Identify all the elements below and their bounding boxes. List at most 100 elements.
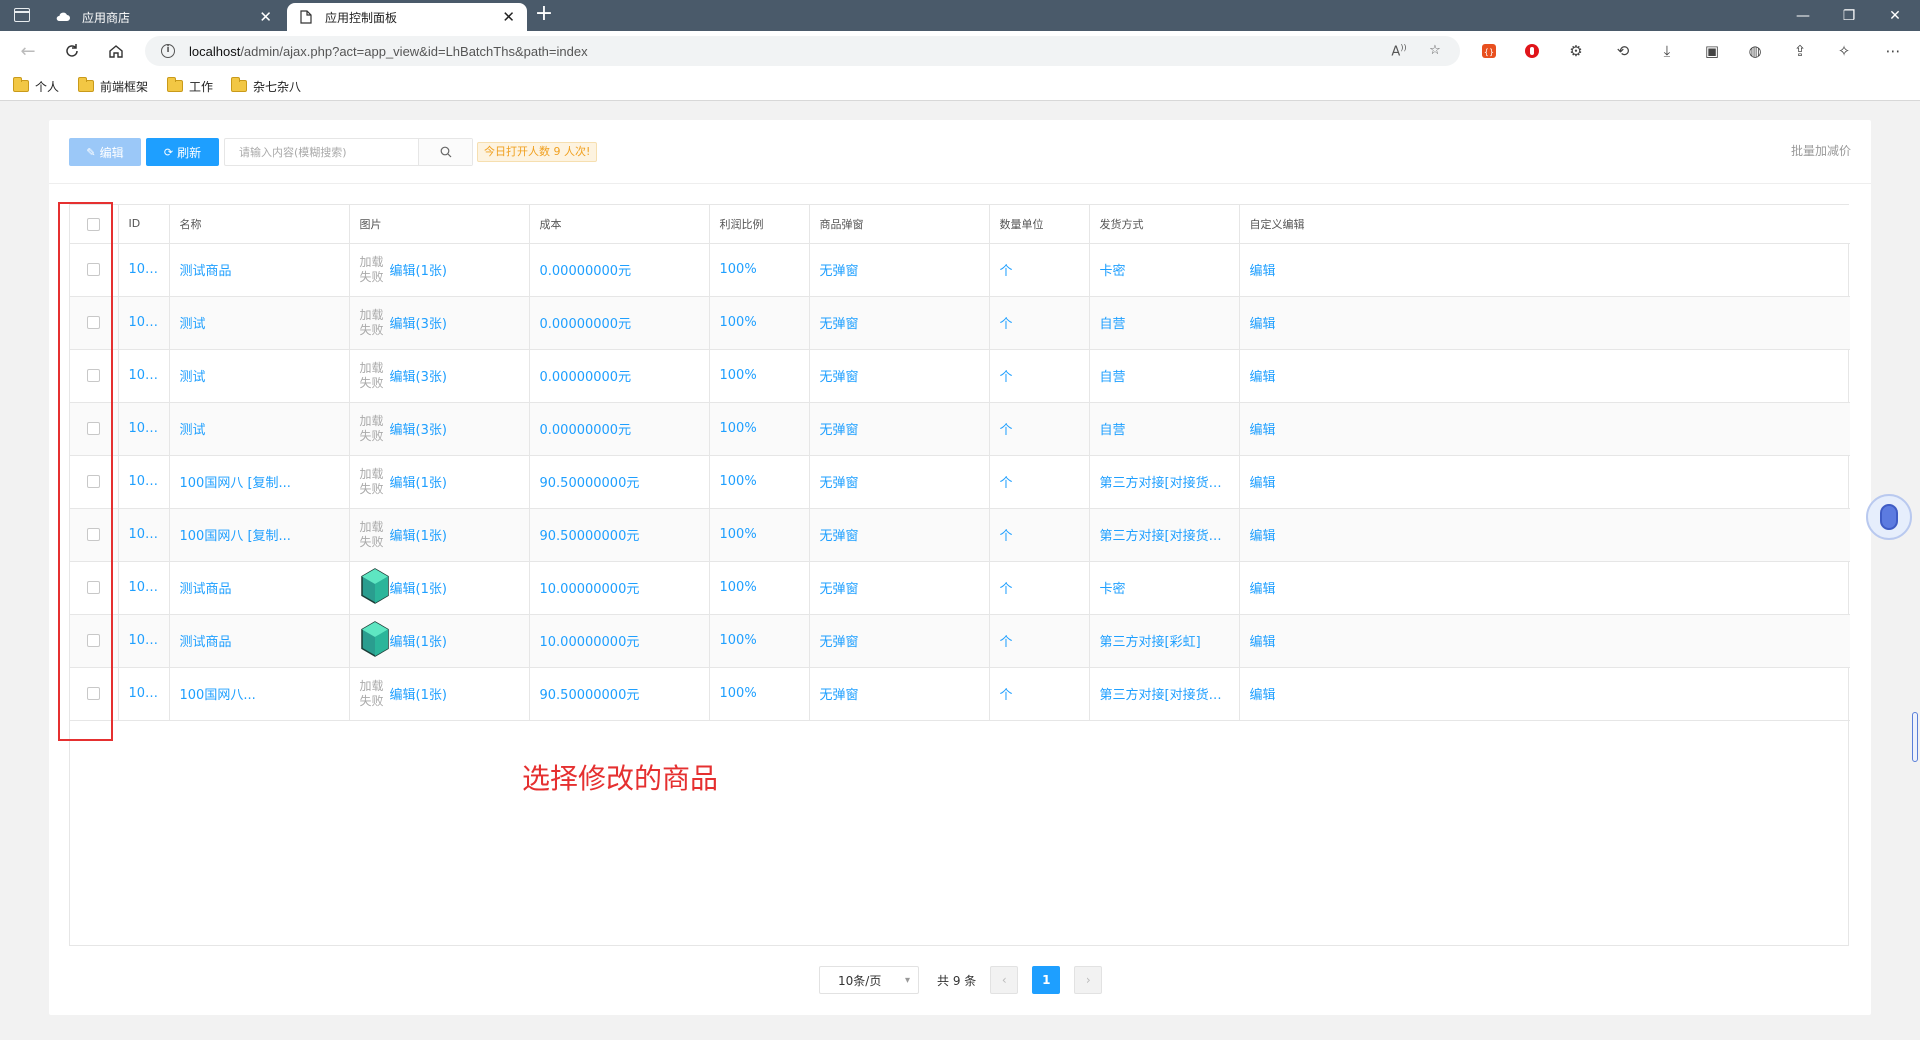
cell-name[interactable]: 测试	[169, 349, 350, 403]
cell-custom-edit[interactable]: 编辑	[1239, 508, 1850, 562]
cell-profit[interactable]: 100%	[709, 667, 810, 721]
cell-delivery[interactable]: 卡密	[1089, 561, 1240, 615]
cell-popup[interactable]: 无弹窗	[809, 349, 990, 403]
cell-name[interactable]: 测试商品	[169, 614, 350, 668]
more-menu-icon[interactable]: ⋯	[1884, 42, 1902, 60]
cell-cost[interactable]: 10.00000000元	[529, 561, 710, 615]
cell-name[interactable]: 100国网八 [复制...	[169, 508, 350, 562]
image-edit-link[interactable]: 编辑(1张)	[390, 525, 447, 544]
cell-unit[interactable]: 个	[989, 614, 1090, 668]
tab-app-control-panel[interactable]: 应用控制面板 ✕	[287, 3, 527, 31]
cell-name[interactable]: 测试	[169, 296, 350, 350]
column-header[interactable]: 利润比例	[709, 205, 810, 244]
cell-cost[interactable]: 90.50000000元	[529, 508, 710, 562]
cell-custom-edit[interactable]: 编辑	[1239, 614, 1850, 668]
cell-cost[interactable]: 0.00000000元	[529, 402, 710, 456]
cell-cost[interactable]: 0.00000000元	[529, 243, 710, 297]
bookmark-folder[interactable]: 工作	[167, 77, 213, 95]
image-edit-link[interactable]: 编辑(1张)	[390, 260, 447, 279]
history-icon[interactable]: ⟲	[1614, 42, 1632, 60]
cell-delivery[interactable]: 第三方对接[彩虹]	[1089, 614, 1240, 668]
floating-assistant-button[interactable]	[1866, 494, 1912, 540]
image-edit-link[interactable]: 编辑(1张)	[390, 684, 447, 703]
cell-popup[interactable]: 无弹窗	[809, 508, 990, 562]
screenshot-icon[interactable]: ▣	[1703, 42, 1721, 60]
reload-icon[interactable]	[60, 39, 84, 63]
cell-unit[interactable]: 个	[989, 349, 1090, 403]
image-edit-link[interactable]: 编辑(1张)	[390, 631, 447, 650]
search-button[interactable]	[418, 139, 472, 165]
cell-profit[interactable]: 100%	[709, 561, 810, 615]
cell-custom-edit[interactable]: 编辑	[1239, 349, 1850, 403]
new-tab-button[interactable]: +	[533, 3, 555, 26]
image-edit-link[interactable]: 编辑(3张)	[390, 313, 447, 332]
column-header[interactable]: 成本	[529, 205, 710, 244]
bulk-price-adjust-link[interactable]: 批量加减价	[1791, 142, 1851, 159]
column-header[interactable]: 图片	[349, 205, 530, 244]
image-edit-link[interactable]: 编辑(1张)	[390, 578, 447, 597]
share-icon[interactable]: ⇪	[1791, 42, 1809, 60]
cell-delivery[interactable]: 卡密	[1089, 243, 1240, 297]
cell-delivery[interactable]: 第三方对接[对接货源关	[1089, 508, 1240, 562]
performance-icon[interactable]: ◍	[1746, 42, 1764, 60]
cell-profit[interactable]: 100%	[709, 349, 810, 403]
site-info-icon[interactable]: i	[161, 44, 175, 58]
prev-page-button[interactable]: ‹	[990, 966, 1019, 994]
cell-popup[interactable]: 无弹窗	[809, 667, 990, 721]
cell-profit[interactable]: 100%	[709, 296, 810, 350]
cell-popup[interactable]: 无弹窗	[809, 455, 990, 509]
url-text[interactable]: localhost/admin/ajax.php?act=app_view&id…	[189, 44, 588, 59]
downloads-icon[interactable]: ⤓	[1658, 42, 1676, 60]
refresh-button[interactable]: ⟳ 刷新	[146, 138, 219, 166]
cell-name[interactable]: 测试商品	[169, 243, 350, 297]
cell-delivery[interactable]: 自营	[1089, 296, 1240, 350]
cell-id[interactable]: 1012	[118, 508, 170, 562]
cell-delivery[interactable]: 第三方对接[对接货源关	[1089, 667, 1240, 721]
tab-close-icon[interactable]: ✕	[502, 9, 515, 25]
cell-id[interactable]: 1013	[118, 455, 170, 509]
cell-profit[interactable]: 100%	[709, 614, 810, 668]
cell-profit[interactable]: 100%	[709, 402, 810, 456]
tab-app-store[interactable]: 应用商店 ✕	[44, 3, 284, 31]
cell-unit[interactable]: 个	[989, 243, 1090, 297]
column-header[interactable]: ID	[118, 205, 170, 244]
cell-unit[interactable]: 个	[989, 455, 1090, 509]
cell-delivery[interactable]: 自营	[1089, 349, 1240, 403]
cell-delivery[interactable]: 第三方对接[对接货源关	[1089, 455, 1240, 509]
edit-button[interactable]: ✎ 编辑	[69, 138, 141, 166]
cell-profit[interactable]: 100%	[709, 508, 810, 562]
cell-cost[interactable]: 90.50000000元	[529, 455, 710, 509]
cell-popup[interactable]: 无弹窗	[809, 402, 990, 456]
image-edit-link[interactable]: 编辑(3张)	[390, 419, 447, 438]
cell-unit[interactable]: 个	[989, 667, 1090, 721]
extension-adblock-icon[interactable]	[1523, 42, 1541, 60]
column-header[interactable]: 商品弹窗	[809, 205, 990, 244]
cell-custom-edit[interactable]: 编辑	[1239, 243, 1850, 297]
cell-popup[interactable]: 无弹窗	[809, 296, 990, 350]
read-aloud-icon[interactable]: A))	[1390, 43, 1408, 59]
cell-popup[interactable]: 无弹窗	[809, 561, 990, 615]
cell-unit[interactable]: 个	[989, 508, 1090, 562]
image-edit-link[interactable]: 编辑(1张)	[390, 472, 447, 491]
cell-cost[interactable]: 0.00000000元	[529, 296, 710, 350]
search-input[interactable]	[225, 139, 418, 165]
home-icon[interactable]	[104, 39, 128, 63]
cell-id[interactable]: 1017	[118, 243, 170, 297]
cell-unit[interactable]: 个	[989, 561, 1090, 615]
cell-delivery[interactable]: 自营	[1089, 402, 1240, 456]
cell-profit[interactable]: 100%	[709, 243, 810, 297]
cell-popup[interactable]: 无弹窗	[809, 614, 990, 668]
cell-name[interactable]: 100国网八 [复制...	[169, 455, 350, 509]
restore-button[interactable]: ❐	[1826, 0, 1872, 31]
current-page-button[interactable]: 1	[1032, 966, 1061, 994]
cell-cost[interactable]: 0.00000000元	[529, 349, 710, 403]
cell-cost[interactable]: 10.00000000元	[529, 614, 710, 668]
cell-name[interactable]: 100国网八...	[169, 667, 350, 721]
back-arrow-icon[interactable]: ←	[16, 39, 40, 63]
extensions-puzzle-icon[interactable]: ⚙	[1567, 42, 1585, 60]
minimize-button[interactable]: —	[1780, 0, 1826, 31]
column-header[interactable]: 名称	[169, 205, 350, 244]
cell-custom-edit[interactable]: 编辑	[1239, 402, 1850, 456]
favorite-star-icon[interactable]: ☆	[1426, 43, 1444, 59]
tab-actions-icon[interactable]	[14, 8, 30, 22]
